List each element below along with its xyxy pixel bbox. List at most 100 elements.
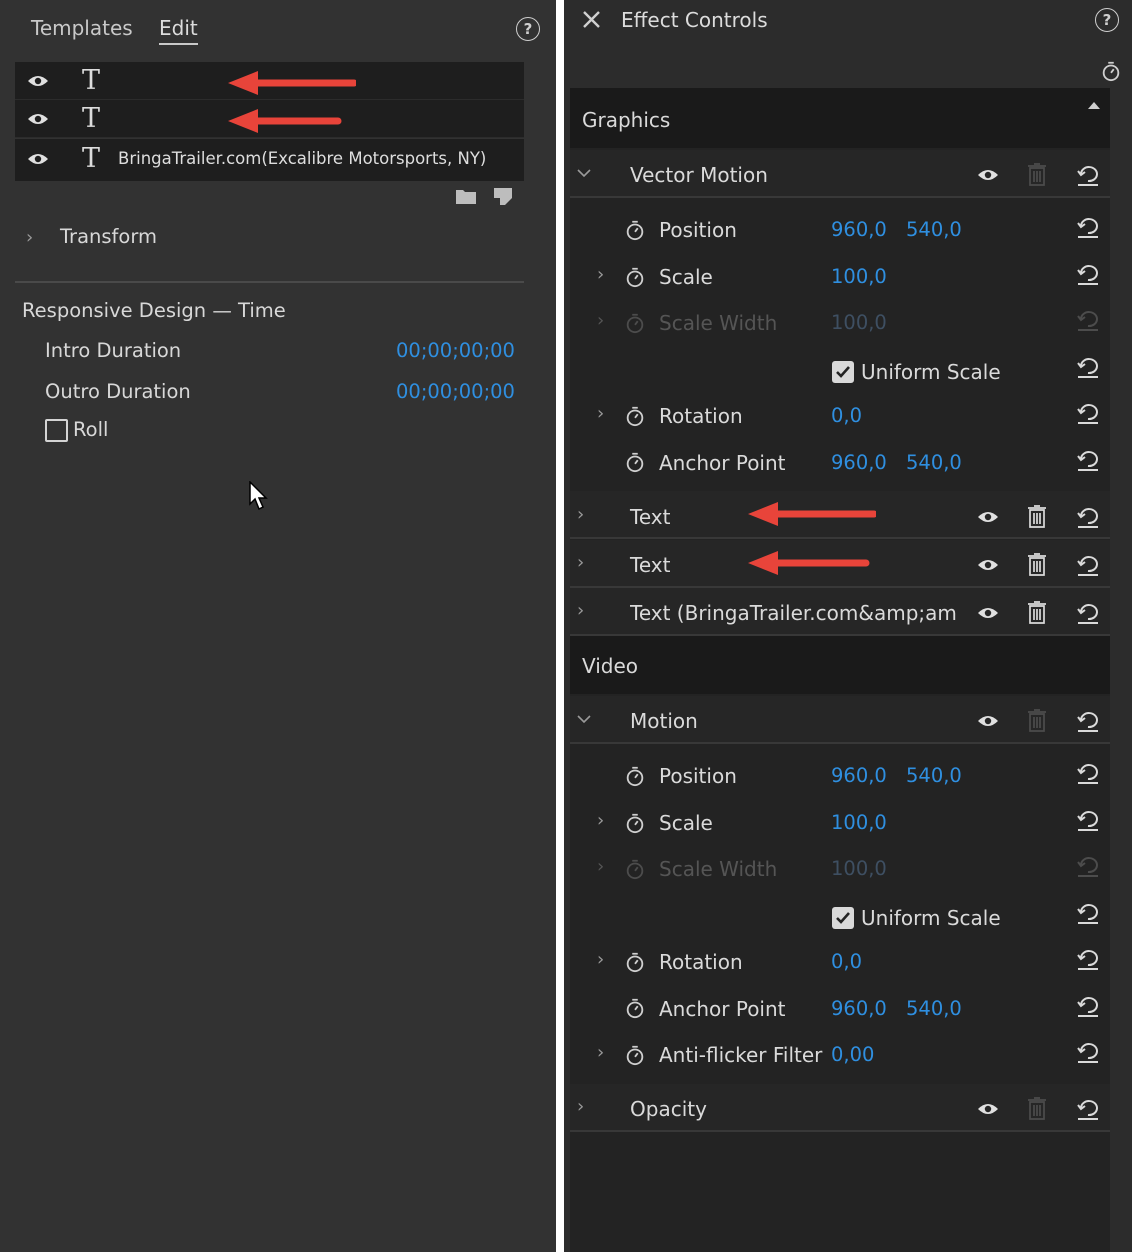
position-y-value[interactable]: 540,0 bbox=[906, 764, 962, 787]
anchor-x-value[interactable]: 960,0 bbox=[831, 451, 887, 474]
stopwatch-icon[interactable] bbox=[624, 1044, 646, 1066]
scale-value[interactable]: 100,0 bbox=[831, 811, 887, 834]
reset-icon[interactable] bbox=[1076, 808, 1100, 832]
layer-row[interactable]: T BringaTrailer.com(Excalibre Motorsport… bbox=[15, 139, 524, 181]
reset-icon[interactable] bbox=[1076, 709, 1100, 733]
scale-value[interactable]: 100,0 bbox=[831, 265, 887, 288]
red-arrow-annotation bbox=[748, 551, 870, 575]
chevron-right-icon[interactable]: › bbox=[597, 810, 604, 831]
scale-width-value: 100,0 bbox=[831, 311, 887, 334]
red-arrow-annotation bbox=[748, 502, 876, 526]
chevron-right-icon[interactable]: › bbox=[577, 552, 584, 573]
reset-icon[interactable] bbox=[1076, 761, 1100, 785]
reset-icon[interactable] bbox=[1076, 1040, 1100, 1064]
trash-icon[interactable] bbox=[1025, 552, 1049, 576]
anchor-y-value[interactable]: 540,0 bbox=[906, 451, 962, 474]
eye-icon[interactable] bbox=[977, 714, 999, 728]
rotation-value[interactable]: 0,0 bbox=[831, 950, 862, 973]
stopwatch-icon[interactable] bbox=[624, 812, 646, 834]
intro-duration-label: Intro Duration bbox=[45, 339, 182, 362]
help-icon[interactable]: ? bbox=[1095, 8, 1119, 32]
reset-icon[interactable] bbox=[1076, 163, 1100, 187]
stopwatch-icon[interactable] bbox=[624, 266, 646, 288]
chevron-right-icon[interactable]: › bbox=[597, 403, 604, 424]
eye-icon[interactable] bbox=[27, 112, 49, 126]
reset-icon[interactable] bbox=[1076, 994, 1100, 1018]
stopwatch-icon[interactable] bbox=[1100, 60, 1122, 82]
eye-icon[interactable] bbox=[977, 168, 999, 182]
reset-icon[interactable] bbox=[1076, 553, 1100, 577]
transform-section-label[interactable]: Transform bbox=[60, 225, 157, 248]
help-icon[interactable]: ? bbox=[516, 17, 540, 41]
new-group-folder-icon[interactable] bbox=[456, 188, 476, 204]
opacity-label: Opacity bbox=[630, 1097, 707, 1121]
outro-duration-value[interactable]: 00;00;00;00 bbox=[396, 380, 515, 403]
trash-icon-disabled bbox=[1028, 1097, 1046, 1120]
anchor-point-label: Anchor Point bbox=[659, 997, 786, 1021]
reset-icon[interactable] bbox=[1076, 947, 1100, 971]
responsive-design-title: Responsive Design — Time bbox=[22, 299, 286, 322]
anti-flicker-label: Anti-flicker Filter bbox=[659, 1043, 823, 1067]
reset-icon[interactable] bbox=[1076, 355, 1100, 379]
trash-icon[interactable] bbox=[1025, 504, 1049, 528]
eye-icon[interactable] bbox=[977, 1102, 999, 1116]
reset-icon[interactable] bbox=[1076, 448, 1100, 472]
intro-duration-value[interactable]: 00;00;00;00 bbox=[396, 339, 515, 362]
motion-label: Motion bbox=[630, 709, 698, 733]
uniform-scale-checkbox[interactable] bbox=[832, 907, 854, 929]
tab-templates[interactable]: Templates bbox=[31, 16, 133, 40]
text-effect-label: Text (BringaTrailer.com&amp;amp;#... bbox=[630, 601, 956, 625]
new-layer-icon[interactable] bbox=[494, 188, 512, 205]
close-icon[interactable] bbox=[582, 10, 601, 29]
stopwatch-icon[interactable] bbox=[624, 765, 646, 787]
chevron-right-icon[interactable]: › bbox=[26, 227, 33, 248]
anchor-x-value[interactable]: 960,0 bbox=[831, 997, 887, 1020]
red-arrow-annotation bbox=[228, 109, 342, 133]
reset-icon[interactable] bbox=[1076, 1097, 1100, 1121]
text-layer-icon: T bbox=[82, 65, 101, 96]
reset-icon[interactable] bbox=[1076, 401, 1100, 425]
reset-icon[interactable] bbox=[1076, 262, 1100, 286]
tab-edit[interactable]: Edit bbox=[159, 16, 198, 45]
mouse-cursor-icon bbox=[249, 481, 268, 511]
chevron-right-icon[interactable]: › bbox=[577, 600, 584, 621]
rotation-value[interactable]: 0,0 bbox=[831, 404, 862, 427]
stopwatch-icon[interactable] bbox=[624, 951, 646, 973]
reset-icon[interactable] bbox=[1076, 505, 1100, 529]
anchor-y-value[interactable]: 540,0 bbox=[906, 997, 962, 1020]
position-y-value[interactable]: 540,0 bbox=[906, 218, 962, 241]
stopwatch-icon[interactable] bbox=[624, 219, 646, 241]
reset-icon[interactable] bbox=[1076, 901, 1100, 925]
scroll-up-icon[interactable] bbox=[1087, 100, 1101, 110]
reset-icon[interactable] bbox=[1076, 601, 1100, 625]
divider bbox=[15, 281, 524, 283]
stopwatch-icon[interactable] bbox=[624, 451, 646, 473]
roll-checkbox[interactable] bbox=[45, 419, 68, 442]
trash-icon-disabled bbox=[1028, 163, 1046, 186]
eye-icon[interactable] bbox=[977, 510, 999, 524]
chevron-right-icon[interactable]: › bbox=[597, 949, 604, 970]
trash-icon-disabled bbox=[1028, 709, 1046, 732]
position-x-value[interactable]: 960,0 bbox=[831, 218, 887, 241]
eye-icon[interactable] bbox=[977, 558, 999, 572]
eye-icon[interactable] bbox=[27, 74, 49, 88]
chevron-down-icon[interactable] bbox=[577, 714, 591, 724]
stopwatch-icon[interactable] bbox=[624, 405, 646, 427]
scale-width-value: 100,0 bbox=[831, 857, 887, 880]
position-x-value[interactable]: 960,0 bbox=[831, 764, 887, 787]
eye-icon[interactable] bbox=[27, 152, 49, 166]
anti-flicker-value[interactable]: 0,00 bbox=[831, 1043, 874, 1066]
reset-icon[interactable] bbox=[1076, 215, 1100, 239]
chevron-right-icon[interactable]: › bbox=[597, 1042, 604, 1063]
trash-icon[interactable] bbox=[1025, 600, 1049, 624]
uniform-scale-checkbox[interactable] bbox=[832, 361, 854, 383]
chevron-right-icon[interactable]: › bbox=[577, 1096, 584, 1117]
video-section-header bbox=[570, 636, 1110, 694]
text-effect-label: Text bbox=[630, 553, 671, 577]
eye-icon[interactable] bbox=[977, 606, 999, 620]
chevron-down-icon[interactable] bbox=[577, 168, 591, 178]
chevron-right-icon[interactable]: › bbox=[577, 504, 584, 525]
position-label: Position bbox=[659, 218, 737, 242]
chevron-right-icon[interactable]: › bbox=[597, 264, 604, 285]
stopwatch-icon[interactable] bbox=[624, 997, 646, 1019]
